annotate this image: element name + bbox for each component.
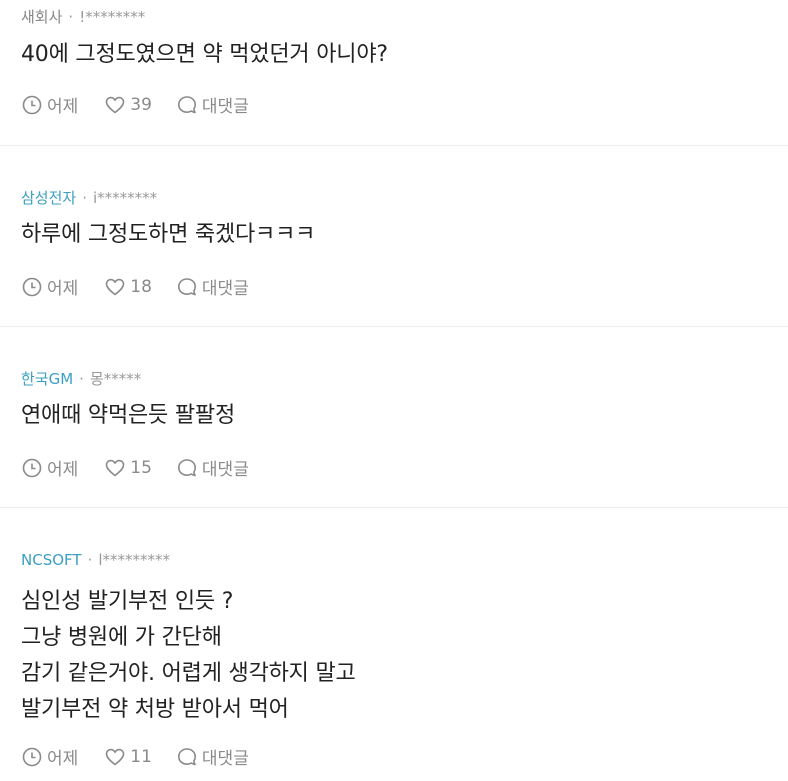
nickname: 몽***** [89, 370, 142, 388]
comment-line: 40에 그정도였으면 약 먹었던거 아니야? [21, 42, 388, 67]
comment-meta: 새회사 · !******** [21, 7, 145, 27]
comment-body: 심인성 발기부전 인듯 ? 그냥 병원에 가 간단해 감기 같은거야. 어렵게 … [21, 584, 356, 728]
separator-dot: · [79, 370, 84, 388]
company-name[interactable]: 삼성전자 [21, 188, 76, 208]
comment-line: 연애때 약먹은듯 팔팔정 [21, 403, 235, 428]
speech-bubble-icon [177, 277, 196, 295]
comment-line: 그냥 병원에 가 간단해 [21, 625, 222, 650]
clock-icon [22, 277, 42, 296]
heart-icon [105, 459, 125, 476]
comment-item: 한국GM · 몽***** 연애때 약먹은듯 팔팔정 어제 15 대댓글 [0, 327, 788, 508]
clock-icon [22, 747, 42, 766]
comment-line: 심인성 발기부전 인듯 ? [21, 589, 234, 614]
company-name[interactable]: NCSOFT [21, 550, 82, 570]
like-button[interactable]: 11 [104, 746, 152, 768]
time-label: 어제 [47, 460, 79, 480]
comment-line: 발기부전 약 처방 받아서 먹어 [21, 697, 289, 722]
separator-dot: · [82, 189, 87, 207]
comment-actions: 어제 15 대댓글 [21, 455, 273, 480]
clock-icon [22, 95, 42, 114]
comment-body: 연애때 약먹은듯 팔팔정 [21, 398, 235, 434]
separator-dot: · [68, 8, 74, 26]
time-stamp: 어제 [21, 455, 78, 480]
clock-icon [22, 458, 42, 477]
comment-item: 새회사 · !******** 40에 그정도였으면 약 먹었던거 아니야? 어… [0, 0, 788, 146]
like-count: 15 [130, 457, 152, 478]
speech-bubble-icon [177, 458, 196, 476]
nickname: l********* [98, 551, 171, 569]
time-stamp: 어제 [21, 92, 78, 117]
separator-dot: · [87, 551, 93, 569]
time-stamp: 어제 [21, 744, 78, 769]
comment-line: 하루에 그정도하면 죽겠다ㅋㅋㅋ [21, 222, 316, 247]
like-count: 39 [130, 94, 152, 115]
like-button[interactable]: 15 [104, 457, 152, 479]
comment-actions: 어제 11 대댓글 [21, 744, 273, 769]
company-name[interactable]: 새회사 [21, 7, 62, 27]
heart-icon [105, 96, 125, 113]
comment-item: NCSOFT · l********* 심인성 발기부전 인듯 ? 그냥 병원에… [0, 508, 788, 781]
like-button[interactable]: 39 [104, 94, 152, 116]
heart-icon [105, 278, 125, 295]
reply-label: 대댓글 [201, 279, 249, 299]
time-stamp: 어제 [21, 274, 78, 299]
heart-icon [105, 748, 125, 765]
comment-meta: 삼성전자 · i******** [21, 188, 157, 208]
speech-bubble-icon [177, 95, 196, 113]
comment-line: 감기 같은거야. 어렵게 생각하지 말고 [21, 661, 356, 686]
reply-button[interactable]: 대댓글 [176, 455, 249, 480]
speech-bubble-icon [177, 747, 196, 765]
comment-actions: 어제 18 대댓글 [21, 274, 273, 299]
time-label: 어제 [47, 97, 79, 117]
time-label: 어제 [47, 749, 79, 769]
reply-button[interactable]: 대댓글 [176, 274, 249, 299]
comment-body: 하루에 그정도하면 죽겠다ㅋㅋㅋ [21, 217, 315, 253]
comment-body: 40에 그정도였으면 약 먹었던거 아니야? [21, 37, 388, 73]
reply-button[interactable]: 대댓글 [176, 744, 249, 769]
reply-label: 대댓글 [201, 97, 249, 117]
reply-button[interactable]: 대댓글 [176, 92, 249, 117]
time-label: 어제 [47, 279, 79, 299]
reply-label: 대댓글 [201, 749, 249, 769]
nickname: !******** [79, 8, 146, 26]
comment-meta: NCSOFT · l********* [21, 550, 170, 570]
reply-label: 대댓글 [201, 460, 249, 480]
like-count: 11 [130, 746, 152, 767]
comment-meta: 한국GM · 몽***** [21, 369, 141, 389]
company-name[interactable]: 한국GM [21, 369, 73, 389]
comment-actions: 어제 39 대댓글 [21, 92, 273, 117]
comment-item: 삼성전자 · i******** 하루에 그정도하면 죽겠다ㅋㅋㅋ 어제 18 … [0, 146, 788, 327]
nickname: i******** [92, 189, 158, 207]
like-button[interactable]: 18 [104, 276, 152, 298]
like-count: 18 [130, 276, 152, 297]
